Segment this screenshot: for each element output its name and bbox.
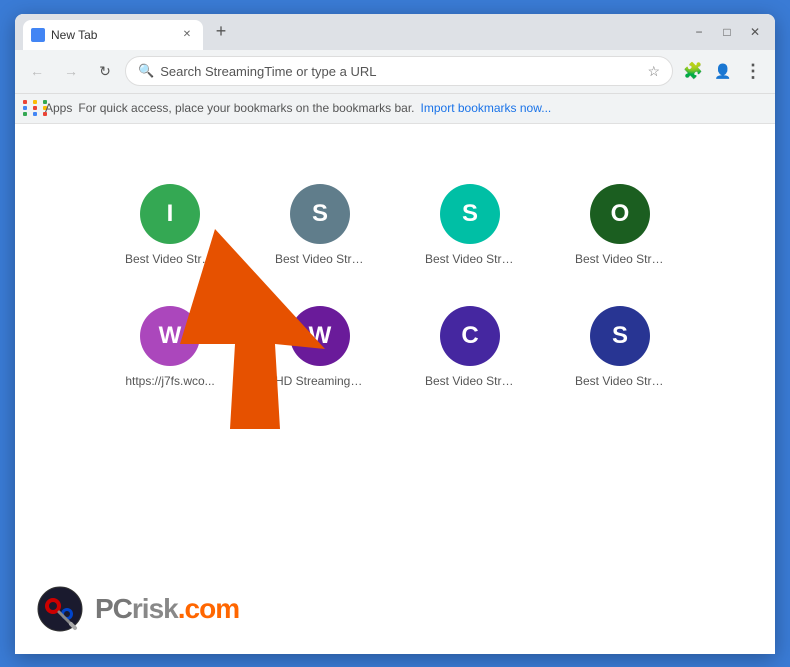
apps-grid-icon[interactable]: [23, 100, 39, 116]
shortcuts-row: IBest Video Stre...SBest Video Stre...SB…: [125, 184, 665, 266]
import-bookmarks-link[interactable]: Import bookmarks now...: [421, 101, 552, 115]
apps-dot: [33, 100, 37, 104]
shortcut-label: Best Video Stre...: [575, 252, 665, 266]
shortcut-label: Best Video Stre...: [425, 374, 515, 388]
title-bar: New Tab ✕ + − □ ✕: [15, 14, 775, 50]
pcrisk-com: .com: [178, 593, 239, 624]
shortcut-icon: C: [440, 306, 500, 366]
shortcuts-container: IBest Video Stre...SBest Video Stre...SB…: [125, 184, 665, 388]
extension-icon[interactable]: 🧩: [679, 57, 707, 85]
shortcut-icon: W: [290, 306, 350, 366]
pcrisk-risk: risk: [132, 593, 178, 624]
close-button[interactable]: ✕: [743, 20, 767, 44]
shortcut-icon: O: [590, 184, 650, 244]
pcrisk-logo: PCrisk.com: [35, 584, 239, 634]
pcrisk-emblem-icon: [35, 584, 85, 634]
apps-dot: [33, 112, 37, 116]
new-tab-button[interactable]: +: [207, 18, 235, 46]
tab-area: New Tab ✕ +: [23, 14, 687, 50]
browser-window: New Tab ✕ + − □ ✕ ← → ↻ 🔍 Search Streami…: [15, 14, 775, 654]
address-text: Search StreamingTime or type a URL: [160, 64, 641, 79]
shortcut-icon: I: [140, 184, 200, 244]
reload-button[interactable]: ↻: [91, 57, 119, 85]
profile-button[interactable]: 👤: [709, 57, 737, 85]
address-bar[interactable]: 🔍 Search StreamingTime or type a URL ☆: [125, 56, 673, 86]
shortcut-label: Best Video Stre...: [125, 252, 215, 266]
tab-close-button[interactable]: ✕: [179, 27, 195, 43]
content-area: IBest Video Stre...SBest Video Stre...SB…: [15, 124, 775, 654]
search-icon: 🔍: [138, 63, 154, 79]
tab-favicon: [31, 28, 45, 42]
apps-dot: [23, 106, 27, 110]
shortcut-label: Best Video Stre...: [575, 374, 665, 388]
tab-title: New Tab: [51, 28, 173, 42]
restore-button[interactable]: □: [715, 20, 739, 44]
toolbar-right-icons: 🧩 👤 ⋮: [679, 57, 767, 85]
shortcut-icon: S: [290, 184, 350, 244]
bookmarks-message: For quick access, place your bookmarks o…: [78, 101, 414, 115]
pcrisk-pc: PC: [95, 593, 132, 624]
shortcut-icon: S: [440, 184, 500, 244]
shortcut-item[interactable]: S Best Video Stre...: [275, 184, 365, 266]
shortcut-icon: W: [140, 306, 200, 366]
shortcut-label: Best Video Stre...: [275, 252, 365, 266]
shortcut-label: Best Video Stre...: [425, 252, 515, 266]
menu-button[interactable]: ⋮: [739, 57, 767, 85]
shortcut-icon: S: [590, 306, 650, 366]
shortcuts-row: Whttps://j7fs.wco...WHD Streaming -...CB…: [125, 306, 665, 388]
forward-button[interactable]: →: [57, 57, 85, 85]
navigation-bar: ← → ↻ 🔍 Search StreamingTime or type a U…: [15, 50, 775, 94]
apps-dot: [33, 106, 37, 110]
shortcut-item[interactable]: O Best Video Stre...: [575, 184, 665, 266]
shortcut-item[interactable]: S Best Video Stre...: [425, 184, 515, 266]
shortcut-item[interactable]: Whttps://j7fs.wco...: [125, 306, 215, 388]
bookmark-star-icon[interactable]: ☆: [647, 63, 660, 80]
shortcut-item[interactable]: I Best Video Stre...: [125, 184, 215, 266]
shortcut-item[interactable]: C Best Video Stre...: [425, 306, 515, 388]
shortcut-label: HD Streaming -...: [275, 374, 365, 388]
minimize-button[interactable]: −: [687, 20, 711, 44]
window-controls: − □ ✕: [687, 20, 767, 44]
shortcut-item[interactable]: S Best Video Stre...: [575, 306, 665, 388]
apps-dot: [23, 112, 27, 116]
shortcut-item[interactable]: W HD Streaming -...: [275, 306, 365, 388]
pcrisk-text: PCrisk.com: [95, 593, 239, 625]
apps-label[interactable]: Apps: [45, 101, 72, 115]
bookmarks-bar: Apps For quick access, place your bookma…: [15, 94, 775, 124]
apps-dot: [23, 100, 27, 104]
back-button[interactable]: ←: [23, 57, 51, 85]
shortcut-label: https://j7fs.wco...: [125, 374, 214, 388]
active-tab[interactable]: New Tab ✕: [23, 20, 203, 50]
